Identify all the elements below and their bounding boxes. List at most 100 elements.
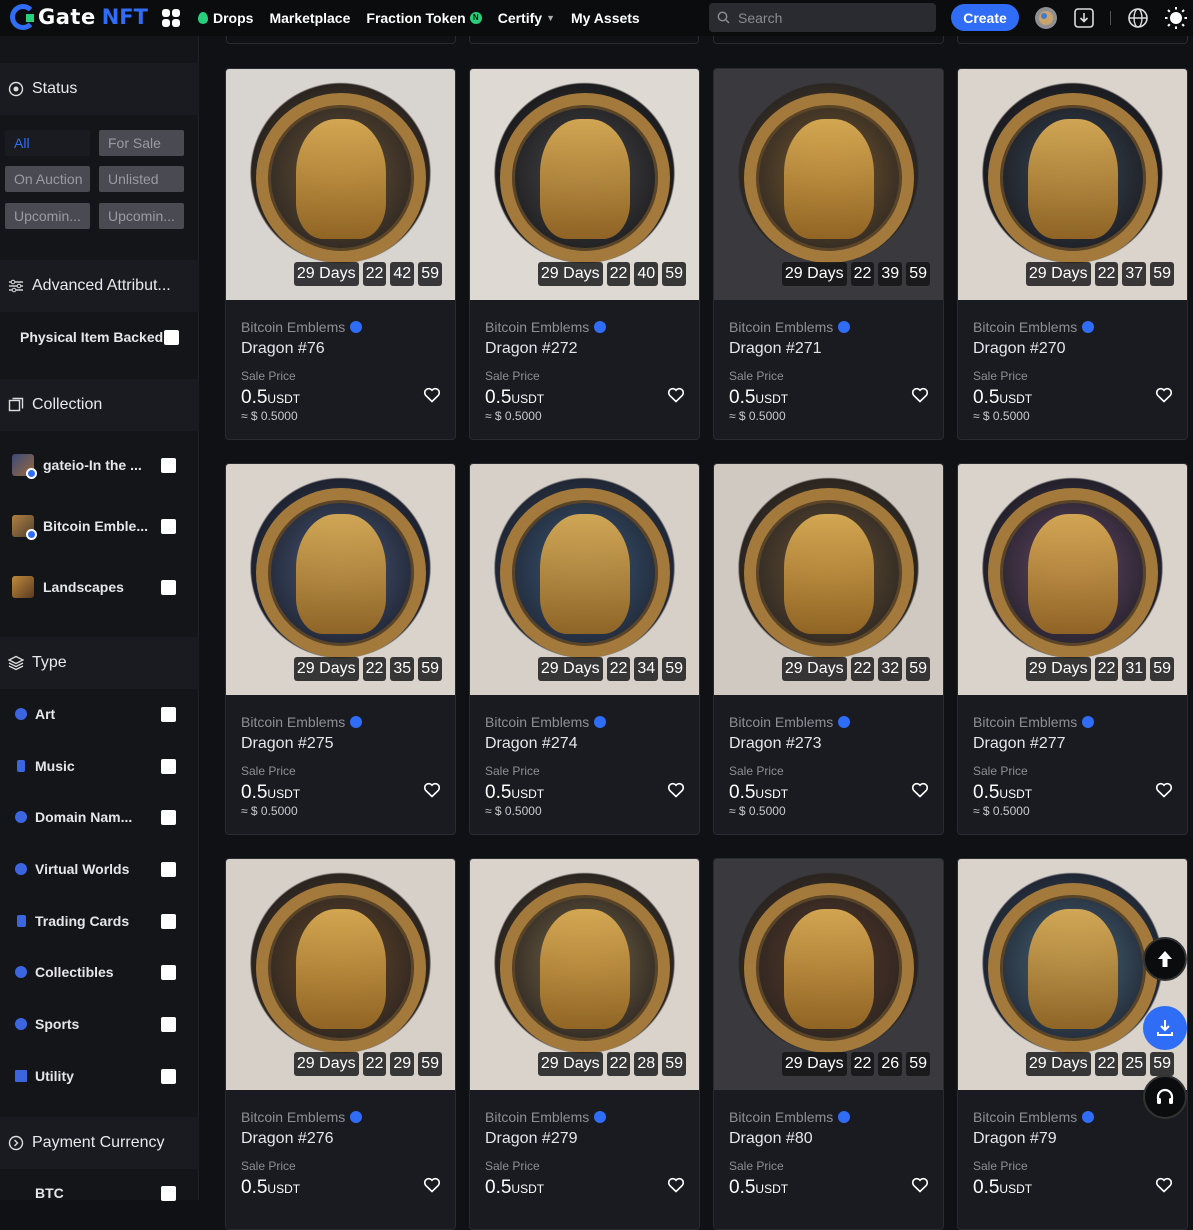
nft-card[interactable]: 29 Days 22 28 59 Bitcoin Emblems Dragon … [469, 858, 700, 1230]
nft-card[interactable]: 29 Days 22 37 59 Bitcoin Emblems Dragon … [957, 68, 1188, 440]
nft-card[interactable]: 29 Days 22 40 59 Bitcoin Emblems Dragon … [469, 68, 700, 440]
card-name[interactable]: Dragon #270 [973, 340, 1066, 358]
type-section-header[interactable]: Type [0, 637, 199, 689]
heart-icon[interactable] [911, 386, 929, 404]
card-collection[interactable]: Bitcoin Emblems [485, 714, 607, 730]
heart-icon[interactable] [1155, 386, 1173, 404]
payment-btc[interactable]: BTC [0, 1178, 199, 1208]
nft-image[interactable]: 29 Days 22 39 59 [714, 69, 943, 300]
type-checkbox[interactable] [161, 759, 176, 774]
download-icon[interactable] [1072, 6, 1096, 30]
heart-icon[interactable] [1155, 1176, 1173, 1194]
type-checkbox[interactable] [161, 862, 176, 877]
avatar[interactable] [1034, 6, 1058, 30]
type-checkbox[interactable] [161, 914, 176, 929]
collection-item-bitcoin-emblems[interactable]: Bitcoin Emble... [0, 511, 199, 541]
card-collection[interactable]: Bitcoin Emblems [729, 714, 851, 730]
status-on-auction[interactable]: On Auction [5, 166, 90, 192]
card-name[interactable]: Dragon #276 [241, 1130, 334, 1148]
nft-card[interactable]: 29 Days 22 29 59 Bitcoin Emblems Dragon … [225, 858, 456, 1230]
nav-my-assets[interactable]: My Assets [571, 10, 640, 26]
card-name[interactable]: Dragon #275 [241, 735, 334, 753]
status-section-header[interactable]: Status [0, 63, 199, 115]
type-trading-cards[interactable]: Trading Cards [0, 906, 199, 936]
nft-image[interactable]: 29 Days 22 37 59 [958, 69, 1187, 300]
payment-currency-header[interactable]: Payment Currency [0, 1117, 199, 1169]
nft-card[interactable]: 29 Days 22 34 59 Bitcoin Emblems Dragon … [469, 463, 700, 835]
card-name[interactable]: Dragon #277 [973, 735, 1066, 753]
type-art[interactable]: Art [0, 699, 199, 729]
collection-item-gateio[interactable]: gateio-In the ... [0, 450, 199, 480]
nft-card[interactable]: 29 Days 22 32 59 Bitcoin Emblems Dragon … [713, 463, 944, 835]
nft-card[interactable]: 29 Days 22 39 59 Bitcoin Emblems Dragon … [713, 68, 944, 440]
card-collection[interactable]: Bitcoin Emblems [973, 319, 1095, 335]
theme-sun-icon[interactable] [1164, 6, 1188, 30]
gate-nft-logo[interactable]: Gate NFT [10, 4, 148, 30]
card-name[interactable]: Dragon #80 [729, 1130, 813, 1148]
type-utility[interactable]: Utility [0, 1061, 199, 1091]
type-checkbox[interactable] [161, 1017, 176, 1032]
card-name[interactable]: Dragon #272 [485, 340, 578, 358]
type-sports[interactable]: Sports [0, 1009, 199, 1039]
status-all[interactable]: All [5, 130, 90, 156]
search-input[interactable] [738, 9, 928, 26]
collection-checkbox[interactable] [161, 458, 176, 473]
card-collection[interactable]: Bitcoin Emblems [973, 1109, 1095, 1125]
physical-item-backed-row[interactable]: Physical Item Backed [0, 322, 199, 352]
collection-section-header[interactable]: Collection [0, 379, 199, 431]
type-checkbox[interactable] [161, 707, 176, 722]
card-name[interactable]: Dragon #273 [729, 735, 822, 753]
nft-image[interactable]: 29 Days 22 35 59 [226, 464, 455, 695]
heart-icon[interactable] [911, 781, 929, 799]
search-box[interactable] [709, 3, 936, 32]
status-upcoming-2[interactable]: Upcomin... [99, 203, 184, 229]
card-collection[interactable]: Bitcoin Emblems [973, 714, 1095, 730]
card-collection[interactable]: Bitcoin Emblems [485, 1109, 607, 1125]
card-name[interactable]: Dragon #274 [485, 735, 578, 753]
heart-icon[interactable] [423, 386, 441, 404]
heart-icon[interactable] [423, 781, 441, 799]
card-collection[interactable]: Bitcoin Emblems [485, 319, 607, 335]
heart-icon[interactable] [1155, 781, 1173, 799]
heart-icon[interactable] [667, 781, 685, 799]
heart-icon[interactable] [423, 1176, 441, 1194]
advanced-attributes-header[interactable]: Advanced Attribut... [0, 260, 199, 312]
nft-image[interactable]: 29 Days 22 26 59 [714, 859, 943, 1090]
type-collectibles[interactable]: Collectibles [0, 957, 199, 987]
card-collection[interactable]: Bitcoin Emblems [729, 1109, 851, 1125]
nft-image[interactable]: 29 Days 22 29 59 [226, 859, 455, 1090]
type-checkbox[interactable] [161, 965, 176, 980]
type-music[interactable]: Music [0, 751, 199, 781]
payment-checkbox[interactable] [161, 1186, 176, 1201]
collection-item-landscapes[interactable]: Landscapes [0, 572, 199, 602]
card-name[interactable]: Dragon #79 [973, 1130, 1057, 1148]
scroll-to-top-button[interactable] [1143, 937, 1187, 981]
nft-image[interactable]: 29 Days 22 34 59 [470, 464, 699, 695]
nft-image[interactable]: 29 Days 22 28 59 [470, 859, 699, 1090]
type-checkbox[interactable] [161, 810, 176, 825]
nav-certify[interactable]: Certify ▼ [498, 10, 555, 26]
nft-card[interactable]: 29 Days 22 42 59 Bitcoin Emblems Dragon … [225, 68, 456, 440]
nft-card[interactable]: 29 Days 22 35 59 Bitcoin Emblems Dragon … [225, 463, 456, 835]
collection-checkbox[interactable] [161, 580, 176, 595]
support-button[interactable] [1143, 1075, 1187, 1119]
nav-fraction-token[interactable]: Fraction Token N [366, 10, 482, 26]
nft-card[interactable]: 29 Days 22 26 59 Bitcoin Emblems Dragon … [713, 858, 944, 1230]
physical-item-checkbox[interactable] [164, 330, 179, 345]
card-collection[interactable]: Bitcoin Emblems [241, 1109, 363, 1125]
heart-icon[interactable] [911, 1176, 929, 1194]
create-button[interactable]: Create [951, 4, 1019, 31]
nft-image[interactable]: 29 Days 22 40 59 [470, 69, 699, 300]
status-upcoming-1[interactable]: Upcomin... [5, 203, 90, 229]
status-unlisted[interactable]: Unlisted [99, 166, 184, 192]
type-checkbox[interactable] [161, 1069, 176, 1084]
nft-image[interactable]: 29 Days 22 42 59 [226, 69, 455, 300]
nav-drops[interactable]: Drops [198, 10, 253, 26]
type-virtual-worlds[interactable]: Virtual Worlds [0, 854, 199, 884]
apps-grid-icon[interactable] [162, 9, 180, 27]
nft-card[interactable]: 29 Days 22 31 59 Bitcoin Emblems Dragon … [957, 463, 1188, 835]
card-name[interactable]: Dragon #271 [729, 340, 822, 358]
globe-icon[interactable] [1126, 6, 1150, 30]
card-name[interactable]: Dragon #76 [241, 340, 325, 358]
card-collection[interactable]: Bitcoin Emblems [729, 319, 851, 335]
